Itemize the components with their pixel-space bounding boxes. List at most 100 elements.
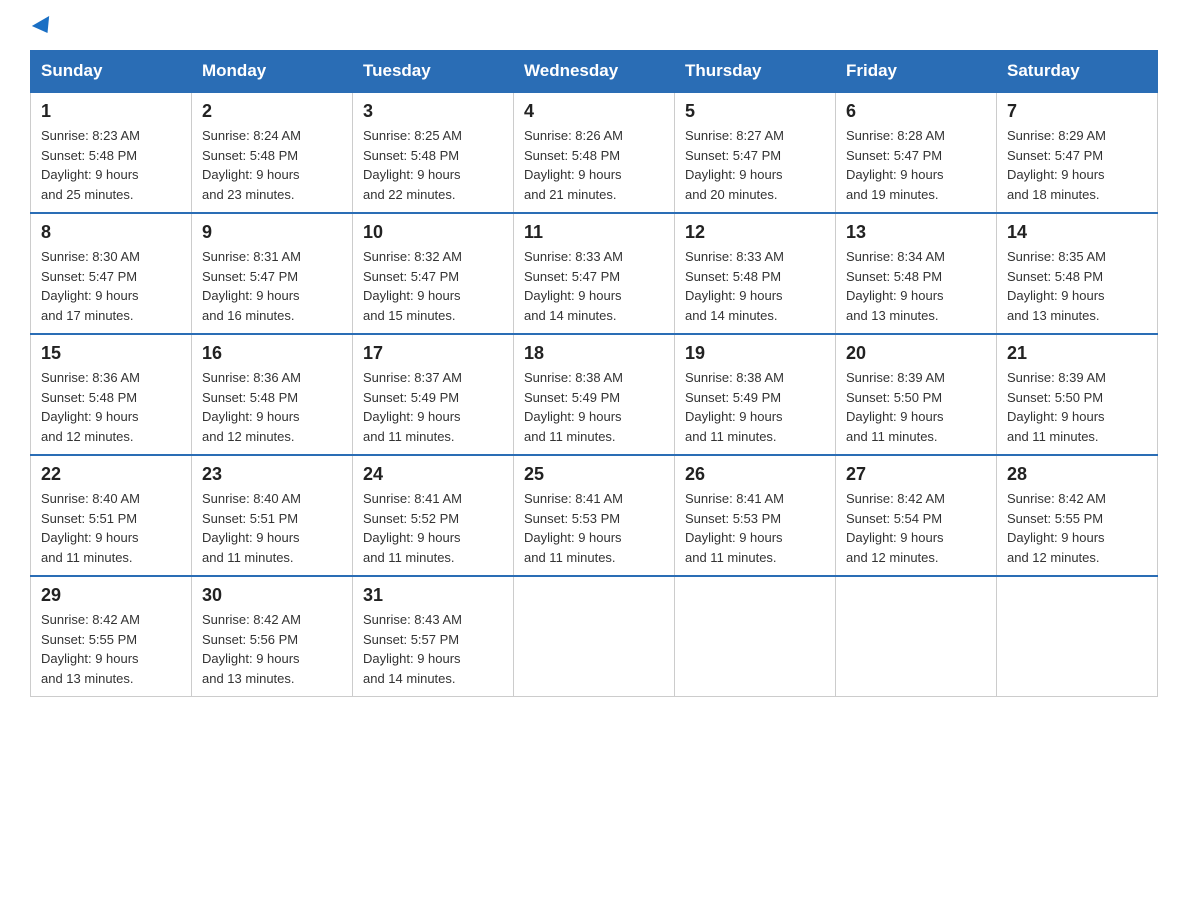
day-info: Sunrise: 8:41 AMSunset: 5:52 PMDaylight:… [363,489,503,567]
day-cell: 16 Sunrise: 8:36 AMSunset: 5:48 PMDayligh… [192,334,353,455]
day-cell: 13 Sunrise: 8:34 AMSunset: 5:48 PMDayligh… [836,213,997,334]
day-number: 20 [846,343,986,364]
day-info: Sunrise: 8:38 AMSunset: 5:49 PMDaylight:… [685,368,825,446]
day-info: Sunrise: 8:41 AMSunset: 5:53 PMDaylight:… [685,489,825,567]
day-cell: 18 Sunrise: 8:38 AMSunset: 5:49 PMDayligh… [514,334,675,455]
day-cell: 26 Sunrise: 8:41 AMSunset: 5:53 PMDayligh… [675,455,836,576]
day-cell: 30Sunrise: 8:42 AMSunset: 5:56 PMDayligh… [192,576,353,697]
day-cell [997,576,1158,697]
day-number: 2 [202,101,342,122]
day-number: 7 [1007,101,1147,122]
day-number: 16 [202,343,342,364]
header-tuesday: Tuesday [353,51,514,93]
day-info: Sunrise: 8:31 AMSunset: 5:47 PMDaylight:… [202,247,342,325]
day-cell: 24 Sunrise: 8:41 AMSunset: 5:52 PMDayligh… [353,455,514,576]
day-info: Sunrise: 8:42 AMSunset: 5:55 PMDaylight:… [41,610,181,688]
day-number: 24 [363,464,503,485]
day-info: Sunrise: 8:40 AMSunset: 5:51 PMDaylight:… [202,489,342,567]
day-cell: 2 Sunrise: 8:24 AMSunset: 5:48 PMDaylight… [192,92,353,213]
day-number: 21 [1007,343,1147,364]
header-friday: Friday [836,51,997,93]
week-row-2: 8 Sunrise: 8:30 AMSunset: 5:47 PMDaylight… [31,213,1158,334]
day-number: 22 [41,464,181,485]
day-cell [514,576,675,697]
day-cell: 31Sunrise: 8:43 AMSunset: 5:57 PMDayligh… [353,576,514,697]
week-row-3: 15 Sunrise: 8:36 AMSunset: 5:48 PMDayligh… [31,334,1158,455]
day-cell: 5 Sunrise: 8:27 AMSunset: 5:47 PMDaylight… [675,92,836,213]
day-cell: 9 Sunrise: 8:31 AMSunset: 5:47 PMDaylight… [192,213,353,334]
day-cell: 1Sunrise: 8:23 AMSunset: 5:48 PMDaylight… [31,92,192,213]
day-info: Sunrise: 8:41 AMSunset: 5:53 PMDaylight:… [524,489,664,567]
day-info: Sunrise: 8:33 AMSunset: 5:47 PMDaylight:… [524,247,664,325]
day-number: 3 [363,101,503,122]
day-number: 29 [41,585,181,606]
day-number: 9 [202,222,342,243]
day-number: 8 [41,222,181,243]
day-cell: 3Sunrise: 8:25 AMSunset: 5:48 PMDaylight… [353,92,514,213]
day-info: Sunrise: 8:37 AMSunset: 5:49 PMDaylight:… [363,368,503,446]
day-info: Sunrise: 8:42 AMSunset: 5:54 PMDaylight:… [846,489,986,567]
day-cell: 4 Sunrise: 8:26 AMSunset: 5:48 PMDaylight… [514,92,675,213]
logo-arrow-icon [32,16,56,38]
day-number: 5 [685,101,825,122]
day-number: 13 [846,222,986,243]
day-cell: 8 Sunrise: 8:30 AMSunset: 5:47 PMDaylight… [31,213,192,334]
day-info: Sunrise: 8:33 AMSunset: 5:48 PMDaylight:… [685,247,825,325]
day-info: Sunrise: 8:24 AMSunset: 5:48 PMDaylight:… [202,126,342,204]
week-row-5: 29 Sunrise: 8:42 AMSunset: 5:55 PMDayligh… [31,576,1158,697]
day-cell: 11 Sunrise: 8:33 AMSunset: 5:47 PMDayligh… [514,213,675,334]
day-number: 26 [685,464,825,485]
day-info: Sunrise: 8:35 AMSunset: 5:48 PMDaylight:… [1007,247,1147,325]
day-number: 23 [202,464,342,485]
day-info: Sunrise: 8:39 AMSunset: 5:50 PMDaylight:… [1007,368,1147,446]
day-info: Sunrise: 8:42 AMSunset: 5:56 PMDaylight:… [202,610,342,688]
day-info: Sunrise: 8:43 AMSunset: 5:57 PMDaylight:… [363,610,503,688]
day-cell [836,576,997,697]
day-number: 27 [846,464,986,485]
day-cell: 23 Sunrise: 8:40 AMSunset: 5:51 PMDayligh… [192,455,353,576]
day-info: Sunrise: 8:29 AMSunset: 5:47 PMDaylight:… [1007,126,1147,204]
day-cell: 19Sunrise: 8:38 AMSunset: 5:49 PMDayligh… [675,334,836,455]
day-cell: 6 Sunrise: 8:28 AMSunset: 5:47 PMDaylight… [836,92,997,213]
day-number: 15 [41,343,181,364]
day-info: Sunrise: 8:34 AMSunset: 5:48 PMDaylight:… [846,247,986,325]
day-number: 6 [846,101,986,122]
day-number: 1 [41,101,181,122]
day-number: 17 [363,343,503,364]
day-cell: 28 Sunrise: 8:42 AMSunset: 5:55 PMDayligh… [997,455,1158,576]
day-cell: 21 Sunrise: 8:39 AMSunset: 5:50 PMDayligh… [997,334,1158,455]
calendar-table: SundayMondayTuesdayWednesdayThursdayFrid… [30,50,1158,697]
day-info: Sunrise: 8:36 AMSunset: 5:48 PMDaylight:… [202,368,342,446]
day-info: Sunrise: 8:42 AMSunset: 5:55 PMDaylight:… [1007,489,1147,567]
day-number: 4 [524,101,664,122]
header-saturday: Saturday [997,51,1158,93]
day-cell: 22 Sunrise: 8:40 AMSunset: 5:51 PMDayligh… [31,455,192,576]
header-sunday: Sunday [31,51,192,93]
day-info: Sunrise: 8:27 AMSunset: 5:47 PMDaylight:… [685,126,825,204]
day-number: 28 [1007,464,1147,485]
header-thursday: Thursday [675,51,836,93]
day-info: Sunrise: 8:39 AMSunset: 5:50 PMDaylight:… [846,368,986,446]
day-info: Sunrise: 8:30 AMSunset: 5:47 PMDaylight:… [41,247,181,325]
week-row-4: 22 Sunrise: 8:40 AMSunset: 5:51 PMDayligh… [31,455,1158,576]
day-info: Sunrise: 8:40 AMSunset: 5:51 PMDaylight:… [41,489,181,567]
day-number: 11 [524,222,664,243]
calendar-header-row: SundayMondayTuesdayWednesdayThursdayFrid… [31,51,1158,93]
day-info: Sunrise: 8:38 AMSunset: 5:49 PMDaylight:… [524,368,664,446]
day-cell [675,576,836,697]
header-wednesday: Wednesday [514,51,675,93]
day-cell: 10Sunrise: 8:32 AMSunset: 5:47 PMDayligh… [353,213,514,334]
day-cell: 15Sunrise: 8:36 AMSunset: 5:48 PMDayligh… [31,334,192,455]
page-header [30,20,1158,34]
day-cell: 20 Sunrise: 8:39 AMSunset: 5:50 PMDayligh… [836,334,997,455]
day-info: Sunrise: 8:28 AMSunset: 5:47 PMDaylight:… [846,126,986,204]
day-number: 25 [524,464,664,485]
logo [30,20,54,34]
day-number: 18 [524,343,664,364]
day-cell: 14Sunrise: 8:35 AMSunset: 5:48 PMDayligh… [997,213,1158,334]
day-info: Sunrise: 8:26 AMSunset: 5:48 PMDaylight:… [524,126,664,204]
day-cell: 27 Sunrise: 8:42 AMSunset: 5:54 PMDayligh… [836,455,997,576]
day-cell: 7 Sunrise: 8:29 AMSunset: 5:47 PMDaylight… [997,92,1158,213]
day-cell: 29 Sunrise: 8:42 AMSunset: 5:55 PMDayligh… [31,576,192,697]
day-number: 12 [685,222,825,243]
